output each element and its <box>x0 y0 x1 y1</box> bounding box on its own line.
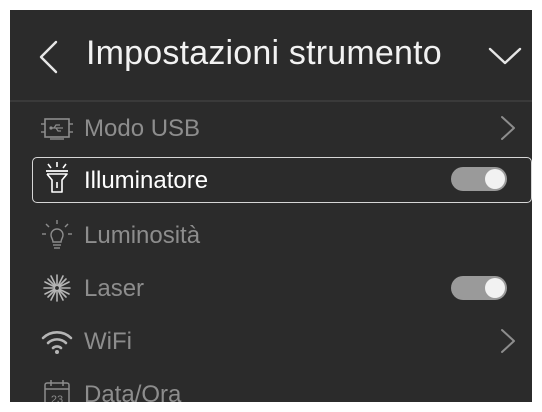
menu-item-label: Modo USB <box>84 115 201 142</box>
menu-item-usb-mode[interactable]: Modo USB <box>10 103 532 153</box>
illuminator-toggle[interactable] <box>451 167 507 191</box>
menu-item-brightness[interactable]: Luminosità <box>10 210 532 260</box>
brightness-bulb-icon <box>42 220 72 249</box>
menu-item-illuminator[interactable]: Illuminatore <box>10 157 532 207</box>
wifi-icon <box>41 331 73 354</box>
chevron-right-icon <box>501 116 515 140</box>
menu-item-date-time[interactable]: 23 Data/Ora <box>10 369 532 402</box>
toggle-knob <box>485 169 505 189</box>
settings-screen: Impostazioni strumento Modo USB Illumina… <box>10 10 532 402</box>
chevron-down-icon[interactable] <box>488 46 522 66</box>
menu-item-wifi[interactable]: WiFi <box>10 316 532 366</box>
usb-mode-icon <box>41 118 73 140</box>
back-arrow-icon[interactable] <box>38 40 58 74</box>
calendar-day-text: 23 <box>51 394 63 402</box>
menu-item-label: Data/Ora <box>84 381 182 402</box>
header: Impostazioni strumento <box>10 10 532 102</box>
flashlight-icon <box>46 162 68 193</box>
menu-item-label: WiFi <box>84 328 132 355</box>
calendar-icon: 23 <box>44 380 70 402</box>
menu-item-label: Luminosità <box>84 222 201 249</box>
laser-icon <box>43 274 71 302</box>
toggle-knob <box>485 278 505 298</box>
chevron-right-icon <box>501 329 515 353</box>
page-title: Impostazioni strumento <box>86 34 442 72</box>
menu-item-label: Laser <box>84 275 145 302</box>
menu-item-label: Illuminatore <box>84 167 209 194</box>
laser-toggle[interactable] <box>451 276 507 300</box>
menu-item-laser[interactable]: Laser <box>10 263 532 313</box>
